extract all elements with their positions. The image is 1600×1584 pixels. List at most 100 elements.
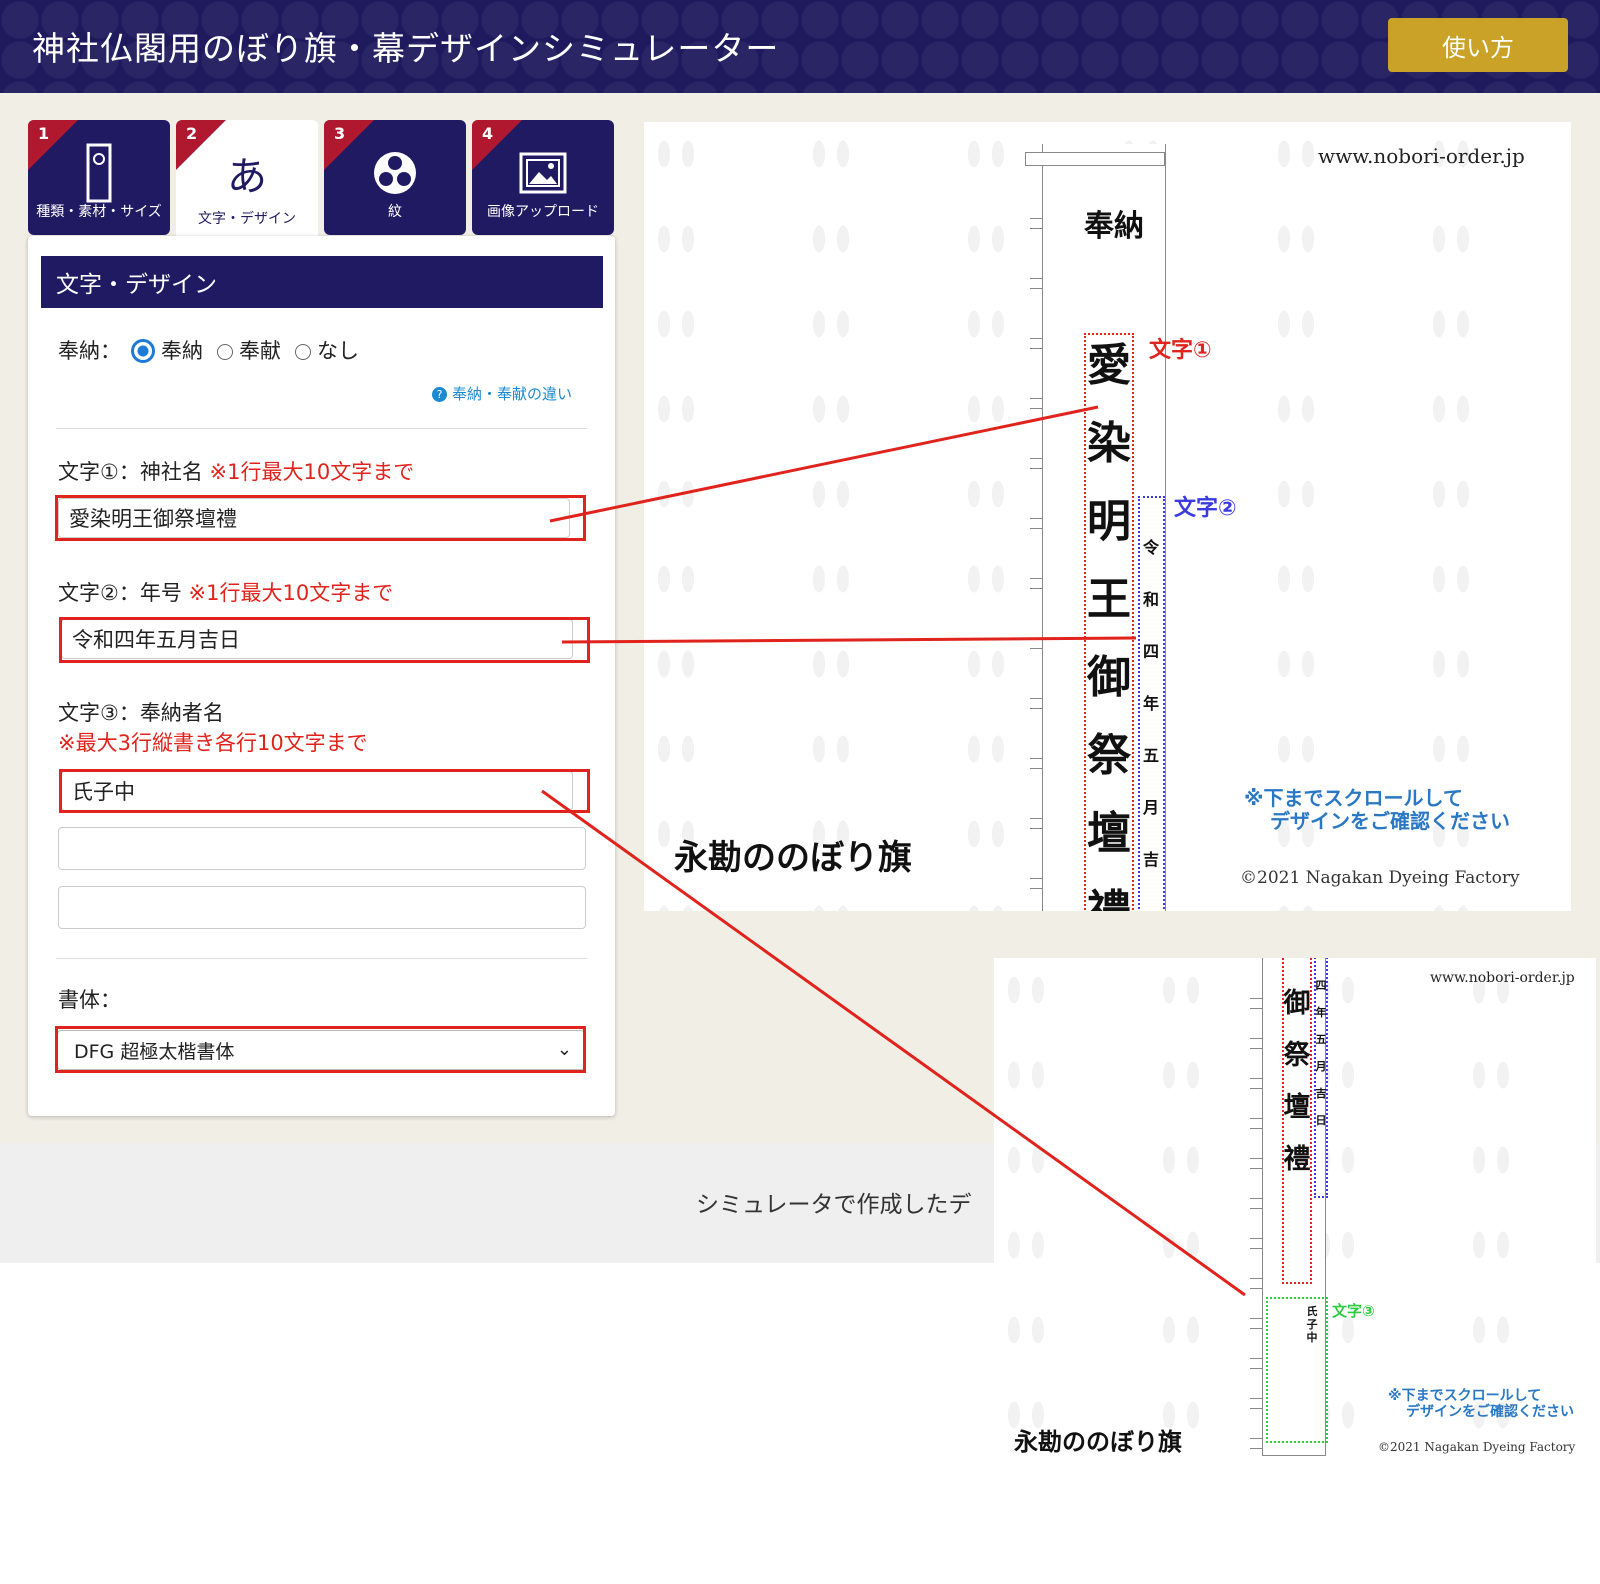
banner-hook [1030,278,1043,289]
help-button[interactable]: 使い方 [1388,18,1568,72]
text2-char: 月 [1315,1060,1327,1073]
text1-label: 文字①：神社名 ※1行最大10文字まで [58,460,415,484]
hiragana-a-icon: あ [227,154,267,200]
banner-hook [1250,1198,1263,1209]
brand-logo: 永勘ののぼり旗 [1014,1427,1182,1456]
text3-marker: 文字③ [1332,1302,1375,1320]
text2-vertical: 令和四年五月吉 [1140,540,1162,904]
scroll-note: ※下までスクロールして デザインをご確認ください [1244,786,1510,833]
top-bar [1025,152,1165,166]
text1-char: 祭 [1087,730,1131,781]
scroll-note: ※下までスクロールして デザインをご確認ください [1388,1388,1574,1421]
help-circle-icon: ? [432,387,447,402]
banner-preview-bottom: www.nobori-order.jp 御祭壇禮 四年五月吉日 氏子中 文字③ … [994,958,1596,1462]
footer-text: シミュレータで作成したデ [696,1192,972,1218]
text2-vertical: 四年五月吉日 [1315,980,1327,1142]
text1-highlight [55,495,586,541]
banner-hook [1030,698,1043,709]
text2-label: 文字②：年号 ※1行最大10文字まで [58,581,394,605]
banner-preview-top: www.nobori-order.jp 奉納 愛染明王御祭壇禮 文字① 令和四年… [644,122,1571,911]
banner-hook [1030,458,1043,469]
divider [56,428,587,429]
text2-char: 令 [1142,538,1159,557]
banner-hook [1030,758,1043,769]
text2-char: 和 [1142,590,1159,609]
site-url: www.nobori-order.jp [1430,970,1575,986]
banner-hook [1250,1438,1263,1449]
radio-none[interactable] [295,344,311,360]
banner-hook [1030,218,1043,229]
banner-hook [1250,1238,1263,1249]
tab-label: 文字・デザイン [198,211,296,227]
text2-char: 月 [1142,798,1159,817]
text1-char: 壇 [1283,1092,1311,1123]
app-title: 神社仏閣用のぼり旗・幕デザインシミュレーター [32,29,780,68]
text1-char: 禮 [1283,1144,1311,1175]
banner-hook [1250,1358,1263,1369]
divider [56,958,587,959]
text2-char: 年 [1315,1006,1327,1019]
banner-hook [1250,1118,1263,1129]
text3-char: 中 [1306,1331,1318,1344]
text1-char: 禮 [1086,890,1132,912]
text2-char: 吉 [1142,850,1159,869]
banner-hook [1030,398,1043,409]
text1-char: 王 [1087,574,1131,625]
tab-text-design[interactable]: 2 あ 文字・デザイン [176,120,318,242]
text1-char: 明 [1087,496,1131,547]
app-header: 神社仏閣用のぼり旗・幕デザインシミュレーター 使い方 [0,0,1600,93]
banner-hook [1030,518,1043,529]
text2-char: 四 [1315,979,1327,992]
text3-input-line3[interactable] [58,886,586,929]
panel-title: 文字・デザイン [41,256,603,308]
banner-hook [1250,1278,1263,1289]
text2-char: 年 [1142,694,1159,713]
font-highlight [55,1026,586,1073]
text1-vertical: 御祭壇禮 [1283,990,1311,1198]
banner-hook [1250,1078,1263,1089]
tab-label: 画像アップロード [487,204,599,220]
text2-char: 日 [1315,1114,1327,1127]
copyright: ©2021 Nagakan Dyeing Factory [1240,868,1520,888]
text3-label: 文字③：奉納者名 [58,701,224,725]
text2-highlight [59,617,590,663]
tab-label: 種類・素材・サイズ [36,204,162,220]
image-icon [472,138,614,208]
banner-hook [1030,818,1043,829]
tab-image-upload[interactable]: 4 画像アップロード [472,120,614,235]
site-url: www.nobori-order.jp [1318,144,1525,168]
banner-hook [1250,1318,1263,1329]
banner-hook [1250,998,1263,1009]
radio-hono[interactable] [131,339,155,363]
banner-hook [1030,578,1043,589]
text3-input-line2[interactable] [58,827,586,870]
hono-difference-link[interactable]: ? 奉納・奉献の違い [432,383,572,404]
text3-char: 氏 [1306,1305,1318,1318]
text1-char: 御 [1087,652,1131,703]
text1-marker: 文字① [1149,338,1212,363]
text1-vertical: 愛染明王御祭壇禮 [1086,344,1132,912]
text2-marker: 文字② [1174,496,1237,521]
brand-logo: 永勘ののぼり旗 [674,838,912,878]
hono-text: 奉納 [1084,209,1144,244]
copyright: ©2021 Nagakan Dyeing Factory [1378,1440,1576,1454]
tab-type-material-size[interactable]: 1 種類・素材・サイズ [28,120,170,235]
text3-char: 子 [1306,1318,1318,1331]
text2-char: 吉 [1315,1087,1327,1100]
tab-crest[interactable]: 3 紋 [324,120,466,235]
banner-hook [1250,1398,1263,1409]
text2-char: 五 [1315,1033,1327,1046]
banner-hook [1030,338,1043,349]
radio-houken[interactable] [217,344,233,360]
banner-icon [28,138,170,208]
text1-char: 祭 [1283,1040,1311,1071]
text1-char: 壇 [1087,808,1131,859]
banner-hook [1030,878,1043,889]
text3-highlight [59,769,590,813]
text2-char: 四 [1142,642,1159,661]
hono-radio-group: 奉納： 奉納 奉献 なし [58,339,359,363]
text1-char: 御 [1283,988,1311,1019]
banner-hook [1030,638,1043,649]
font-label: 書体： [58,988,121,1012]
tab-label: 紋 [388,204,402,220]
